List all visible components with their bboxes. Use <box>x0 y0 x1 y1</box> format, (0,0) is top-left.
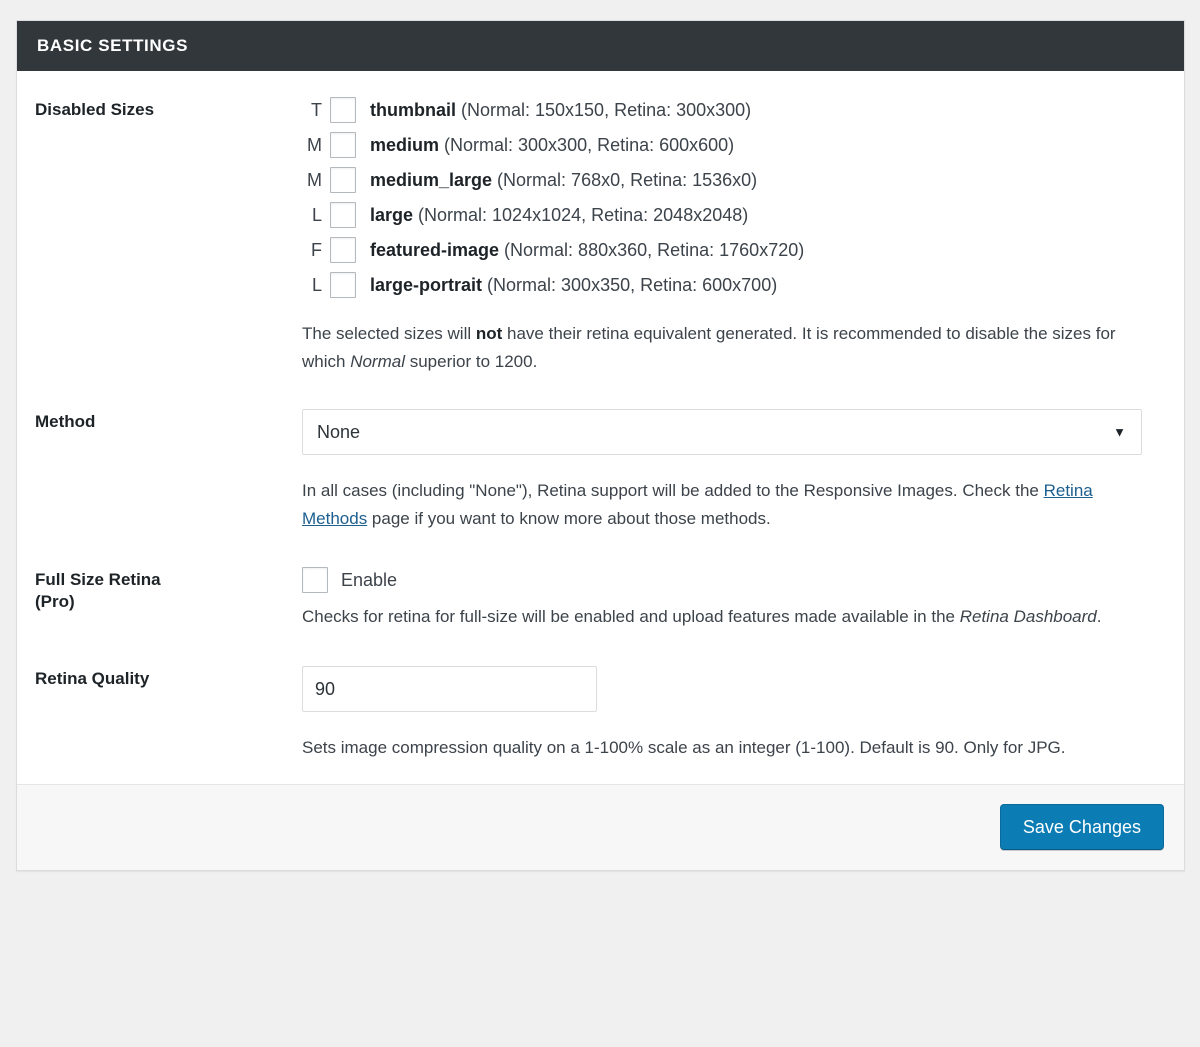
basic-settings-card: BASIC SETTINGS Disabled Sizes T thumbnai… <box>16 20 1185 871</box>
desc-part-2: . <box>1097 607 1102 626</box>
size-dimensions: (Normal: 1024x1024, Retina: 2048x2048) <box>413 205 748 225</box>
list-item[interactable]: M medium (Normal: 300x300, Retina: 600x6… <box>302 132 1142 158</box>
row-disabled-sizes: Disabled Sizes T thumbnail (Normal: 150x… <box>17 97 1184 375</box>
size-name: thumbnail <box>370 100 456 120</box>
size-label: medium_large (Normal: 768x0, Retina: 153… <box>370 170 757 192</box>
label-full-size-retina-line2: (Pro) <box>35 591 302 613</box>
size-letter-prefix: L <box>302 206 330 224</box>
list-item[interactable]: L large (Normal: 1024x1024, Retina: 2048… <box>302 202 1142 228</box>
method-select[interactable]: None <box>302 409 1142 455</box>
field-method: None ▼ In all cases (including "None"), … <box>302 409 1166 532</box>
label-disabled-sizes: Disabled Sizes <box>35 97 302 121</box>
field-retina-quality: 90 Sets image compression quality on a 1… <box>302 666 1166 762</box>
size-name: medium <box>370 135 439 155</box>
checkbox-size-featured-image[interactable] <box>330 237 356 263</box>
desc-part-3: superior to 1200. <box>405 352 537 371</box>
disabled-sizes-description: The selected sizes will not have their r… <box>302 320 1142 375</box>
retina-quality-input[interactable]: 90 <box>302 666 597 712</box>
checkbox-size-large-portrait[interactable] <box>330 272 356 298</box>
checkbox-size-thumbnail[interactable] <box>330 97 356 123</box>
size-label: large (Normal: 1024x1024, Retina: 2048x2… <box>370 205 748 227</box>
card-body: Disabled Sizes T thumbnail (Normal: 150x… <box>17 71 1184 783</box>
checkbox-size-large[interactable] <box>330 202 356 228</box>
card-footer: Save Changes <box>17 784 1184 870</box>
field-disabled-sizes: T thumbnail (Normal: 150x150, Retina: 30… <box>302 97 1166 375</box>
checkbox-size-medium[interactable] <box>330 132 356 158</box>
checkbox-size-medium-large[interactable] <box>330 167 356 193</box>
list-item[interactable]: L large-portrait (Normal: 300x350, Retin… <box>302 272 1142 298</box>
checkbox-full-size-retina-enable[interactable] <box>302 567 328 593</box>
card-header: BASIC SETTINGS <box>17 21 1184 71</box>
enable-row[interactable]: Enable <box>302 567 1142 593</box>
size-dimensions: (Normal: 768x0, Retina: 1536x0) <box>492 170 757 190</box>
size-dimensions: (Normal: 300x350, Retina: 600x700) <box>482 275 777 295</box>
row-method: Method None ▼ In all cases (including "N… <box>17 409 1184 532</box>
size-label: thumbnail (Normal: 150x150, Retina: 300x… <box>370 100 751 122</box>
size-label: featured-image (Normal: 880x360, Retina:… <box>370 240 804 262</box>
desc-italic: Retina Dashboard <box>960 607 1097 626</box>
label-full-size-retina-line1: Full Size Retina <box>35 569 302 591</box>
desc-part-1: The selected sizes will <box>302 324 476 343</box>
list-item[interactable]: T thumbnail (Normal: 150x150, Retina: 30… <box>302 97 1142 123</box>
retina-quality-description: Sets image compression quality on a 1-10… <box>302 734 1142 762</box>
size-letter-prefix: T <box>302 101 330 119</box>
disabled-sizes-list: T thumbnail (Normal: 150x150, Retina: 30… <box>302 97 1142 298</box>
size-dimensions: (Normal: 150x150, Retina: 300x300) <box>456 100 751 120</box>
method-select-value: None <box>317 422 360 443</box>
save-changes-button[interactable]: Save Changes <box>1000 804 1164 850</box>
size-letter-prefix: M <box>302 171 330 189</box>
field-full-size-retina: Enable Checks for retina for full-size w… <box>302 567 1166 631</box>
row-full-size-retina: Full Size Retina (Pro) Enable Checks for… <box>17 567 1184 631</box>
retina-quality-value: 90 <box>315 679 335 700</box>
size-dimensions: (Normal: 300x300, Retina: 600x600) <box>439 135 734 155</box>
size-letter-prefix: M <box>302 136 330 154</box>
size-label: large-portrait (Normal: 300x350, Retina:… <box>370 275 777 297</box>
size-dimensions: (Normal: 880x360, Retina: 1760x720) <box>499 240 804 260</box>
size-letter-prefix: L <box>302 276 330 294</box>
size-name: large <box>370 205 413 225</box>
size-label: medium (Normal: 300x300, Retina: 600x600… <box>370 135 734 157</box>
desc-italic: Normal <box>350 352 405 371</box>
desc-part-1: In all cases (including "None"), Retina … <box>302 481 1044 500</box>
row-retina-quality: Retina Quality 90 Sets image compression… <box>17 666 1184 762</box>
size-letter-prefix: F <box>302 241 330 259</box>
card-header-title: BASIC SETTINGS <box>37 36 188 55</box>
label-method: Method <box>35 409 302 433</box>
enable-label: Enable <box>341 571 397 589</box>
desc-part-2: page if you want to know more about thos… <box>367 509 771 528</box>
size-name: featured-image <box>370 240 499 260</box>
list-item[interactable]: F featured-image (Normal: 880x360, Retin… <box>302 237 1142 263</box>
method-description: In all cases (including "None"), Retina … <box>302 477 1142 532</box>
full-size-retina-description: Checks for retina for full-size will be … <box>302 603 1132 631</box>
label-full-size-retina: Full Size Retina (Pro) <box>35 567 302 614</box>
size-name: large-portrait <box>370 275 482 295</box>
label-retina-quality: Retina Quality <box>35 666 302 690</box>
size-name: medium_large <box>370 170 492 190</box>
settings-page: BASIC SETTINGS Disabled Sizes T thumbnai… <box>0 0 1200 1047</box>
desc-bold: not <box>476 324 502 343</box>
list-item[interactable]: M medium_large (Normal: 768x0, Retina: 1… <box>302 167 1142 193</box>
desc-part-1: Checks for retina for full-size will be … <box>302 607 960 626</box>
method-select-wrapper: None ▼ <box>302 409 1142 455</box>
